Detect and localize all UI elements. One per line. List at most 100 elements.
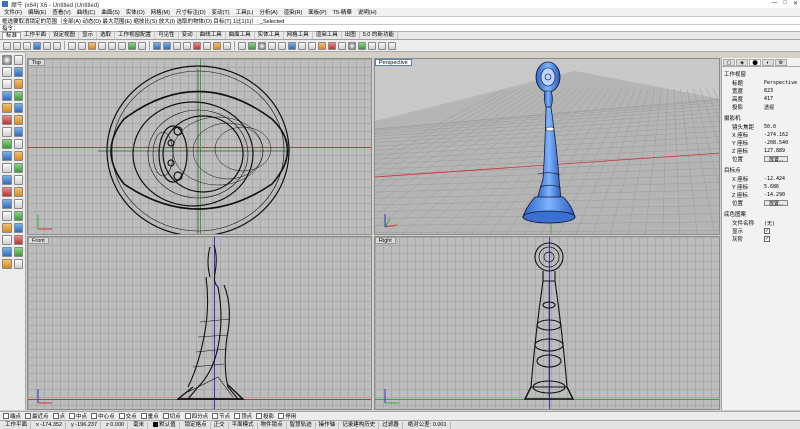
toolbar-tool-icon[interactable] — [318, 41, 326, 50]
toolbar-tab[interactable]: 曲面工具 — [226, 32, 255, 39]
osnap-item[interactable]: 投影 — [256, 412, 274, 420]
osnap-checkbox[interactable] — [234, 413, 241, 419]
property-checkbox[interactable]: ✓ — [764, 236, 770, 242]
status-toggle[interactable]: 锁定格点 — [182, 421, 211, 429]
toolbar-tab[interactable]: 设定视图 — [50, 32, 80, 39]
property-value[interactable]: 417 — [764, 96, 800, 102]
tool-icon[interactable] — [2, 91, 12, 101]
tool-icon[interactable] — [2, 103, 12, 113]
toolbar-tool-icon[interactable] — [308, 41, 316, 50]
osnap-checkbox[interactable] — [162, 413, 169, 419]
osnap-item[interactable]: 切点 — [162, 412, 181, 420]
property-value[interactable]: -14.290 — [764, 192, 800, 198]
toolbar-tool-icon[interactable] — [193, 41, 201, 50]
toolbar-tool-icon[interactable] — [163, 41, 171, 50]
osnap-item[interactable]: 节点 — [212, 412, 230, 420]
tool-icon[interactable] — [2, 211, 12, 221]
viewport-top[interactable]: Top — [27, 58, 372, 235]
viewport-perspective-label[interactable]: Perspective — [375, 59, 412, 66]
toolbar-tool-icon[interactable] — [338, 41, 346, 50]
tool-icon[interactable] — [2, 235, 12, 245]
tool-icon[interactable] — [13, 79, 23, 89]
tool-icon[interactable] — [13, 115, 23, 125]
viewport-right[interactable]: Right — [374, 236, 720, 410]
tool-icon[interactable] — [13, 223, 23, 233]
toolbar-tool-icon[interactable] — [173, 41, 181, 50]
tool-icon[interactable] — [2, 115, 12, 125]
command-input[interactable]: 指令： — [0, 24, 800, 32]
osnap-item[interactable]: 端点 — [3, 412, 21, 420]
status-toggle[interactable]: 智慧轨迹 — [287, 421, 316, 429]
toolbar-tool-icon[interactable] — [153, 41, 161, 50]
tool-icon[interactable] — [13, 163, 23, 173]
property-value[interactable]: 127.889 — [764, 148, 800, 154]
osnap-checkbox[interactable] — [118, 413, 125, 419]
menu-item[interactable]: 曲面(S) — [98, 8, 122, 16]
toolbar-tool-icon[interactable] — [348, 41, 356, 50]
osnap-checkbox[interactable] — [212, 413, 219, 419]
menu-item[interactable]: 编辑(E) — [25, 8, 49, 16]
maximize-button[interactable]: □ — [783, 0, 787, 7]
toolbar-tool-icon[interactable] — [53, 41, 61, 50]
panel-tab[interactable]: ⚙ — [775, 59, 787, 66]
tool-icon[interactable] — [2, 247, 12, 257]
status-toggle[interactable]: 操作轴 — [316, 421, 340, 429]
toolbar-tool-icon[interactable] — [278, 41, 286, 50]
panel-tab[interactable]: ◈ — [736, 59, 748, 66]
osnap-item[interactable]: 中点 — [69, 412, 87, 420]
toolbar-tool-icon[interactable] — [378, 41, 386, 50]
tool-icon[interactable] — [2, 127, 12, 137]
toolbar-tool-icon[interactable] — [98, 41, 106, 50]
toolbar-tool-icon[interactable] — [223, 41, 231, 50]
toolbar-tool-icon[interactable] — [238, 41, 246, 50]
tool-icon[interactable] — [13, 187, 23, 197]
toolbar-tool-icon[interactable] — [108, 41, 116, 50]
property-value[interactable]: 50.0 — [764, 124, 800, 130]
menu-item[interactable]: 尺寸标注(D) — [173, 8, 209, 16]
menu-item[interactable]: 分析(A) — [256, 8, 280, 16]
tool-icon[interactable] — [13, 199, 23, 209]
tool-icon[interactable] — [13, 211, 23, 221]
tool-icon[interactable] — [2, 55, 12, 65]
osnap-item[interactable]: 中心点 — [91, 412, 115, 420]
osnap-item[interactable]: 四分点 — [184, 412, 208, 420]
tool-icon[interactable] — [13, 67, 23, 77]
toolbar-tab[interactable]: 标准 — [2, 32, 22, 39]
toolbar-tab[interactable]: 5.0 的新功能 — [360, 32, 398, 39]
tool-icon[interactable] — [13, 235, 23, 245]
toolbar-tool-icon[interactable] — [203, 41, 211, 50]
tool-icon[interactable] — [2, 139, 12, 149]
toolbar-tab[interactable]: 出图 — [342, 32, 360, 39]
toolbar-tab[interactable]: 网格工具 — [284, 32, 313, 39]
status-toggle[interactable]: 平面模式 — [229, 421, 258, 429]
status-toggle[interactable]: 记录建构历史 — [339, 421, 380, 429]
menu-item[interactable]: 变动(T) — [209, 8, 233, 16]
viewport-front-label[interactable]: Front — [28, 237, 49, 244]
toolbar-tool-icon[interactable] — [118, 41, 126, 50]
tool-icon[interactable] — [2, 175, 12, 185]
tool-icon[interactable] — [2, 259, 12, 269]
toolbar-tool-icon[interactable] — [128, 41, 136, 50]
osnap-item[interactable]: 交点 — [118, 412, 137, 420]
tool-icon[interactable] — [2, 79, 12, 89]
property-value[interactable]: 透视 — [764, 104, 800, 111]
toolbar-tab[interactable]: 曲线工具 — [197, 32, 226, 39]
osnap-checkbox[interactable] — [256, 413, 263, 419]
viewport-perspective[interactable]: Perspective — [374, 58, 720, 235]
panel-tab[interactable]: ◐ — [762, 59, 774, 66]
tool-icon[interactable] — [2, 151, 12, 161]
toolbar-tool-icon[interactable] — [23, 41, 31, 50]
menu-item[interactable]: 工具(L) — [233, 8, 257, 16]
toolbar-tab[interactable]: 工作平面 — [21, 32, 51, 39]
toolbar-tool-icon[interactable] — [138, 41, 146, 50]
osnap-checkbox[interactable] — [25, 413, 32, 419]
toolbar-tool-icon[interactable] — [33, 41, 41, 50]
tool-icon[interactable] — [13, 55, 23, 65]
toolbar-tab[interactable]: 渲染工具 — [313, 32, 342, 39]
osnap-item[interactable]: 顶点 — [234, 412, 252, 420]
viewport-right-label[interactable]: Right — [375, 237, 396, 244]
tool-icon[interactable] — [2, 67, 12, 77]
tool-icon[interactable] — [13, 247, 23, 257]
toolbar-tool-icon[interactable] — [358, 41, 366, 50]
toolbar-tool-icon[interactable] — [288, 41, 296, 50]
